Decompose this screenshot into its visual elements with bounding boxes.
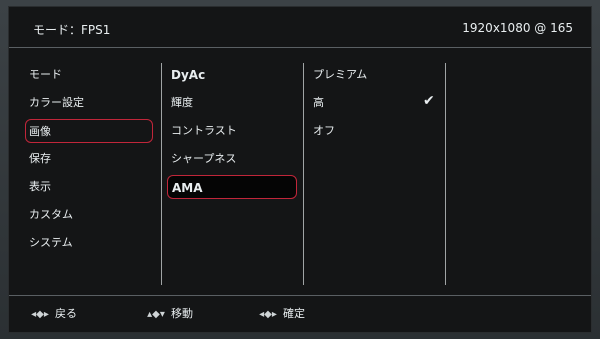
hint-move[interactable]: ▴◆▾ 移動 [147, 306, 193, 322]
osd-footer: ◂◆▸ 戻る ▴◆▾ 移動 ◂◆▸ 確定 [9, 295, 591, 332]
joystick-left-right-icon: ◂◆▸ [31, 309, 49, 320]
osd-screen: モード：FPS1 1920x1080 @ 165 モード カラー設定 画像 保存… [8, 6, 592, 333]
main-menu-item-custom[interactable]: カスタム [29, 203, 73, 227]
hint-confirm[interactable]: ◂◆▸ 確定 [259, 306, 305, 322]
main-menu-item-color-settings[interactable]: カラー設定 [29, 91, 84, 115]
column-divider [161, 63, 162, 285]
main-menu-item-display[interactable]: 表示 [29, 175, 51, 199]
sub-menu-item-dyac[interactable]: DyAc [171, 63, 205, 87]
sub-menu-item-contrast[interactable]: コントラスト [171, 119, 237, 143]
option-off[interactable]: オフ [313, 119, 335, 143]
resolution-readout: 1920x1080 @ 165 [462, 21, 573, 35]
hint-back-label: 戻る [55, 307, 77, 320]
sub-menu-item-sharpness[interactable]: シャープネス [171, 147, 236, 171]
joystick-up-down-icon: ▴◆▾ [147, 309, 165, 320]
main-menu-item-mode[interactable]: モード [29, 63, 62, 87]
option-premium[interactable]: プレミアム [313, 63, 367, 87]
main-menu-item-picture[interactable]: 画像 [25, 119, 153, 143]
checkmark-icon: ✔ [423, 93, 435, 109]
joystick-press-icon: ◂◆▸ [259, 309, 277, 320]
sub-menu-item-brightness[interactable]: 輝度 [171, 91, 193, 115]
hint-back[interactable]: ◂◆▸ 戻る [31, 306, 77, 322]
osd-header: モード：FPS1 1920x1080 @ 165 [9, 7, 591, 48]
main-menu-item-save[interactable]: 保存 [29, 147, 51, 171]
column-divider [303, 63, 304, 285]
sub-menu-item-ama[interactable]: AMA [167, 175, 297, 199]
main-menu-item-system[interactable]: システム [29, 231, 73, 255]
hint-move-label: 移動 [171, 307, 193, 320]
option-high[interactable]: 高 [313, 91, 324, 115]
column-divider [445, 63, 446, 285]
mode-label: モード：FPS1 [33, 23, 111, 37]
hint-confirm-label: 確定 [283, 307, 305, 320]
